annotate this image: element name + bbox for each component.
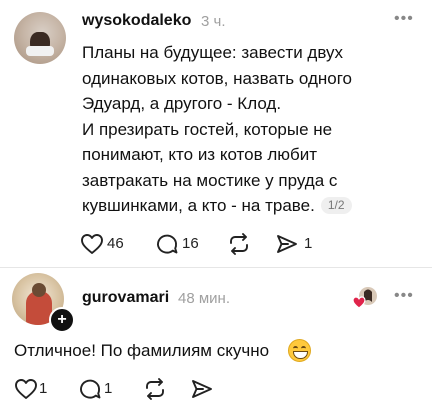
post-divider bbox=[0, 267, 432, 268]
liked-by-author-icon bbox=[352, 286, 378, 310]
post-text-line: Планы на будущее: завести двух bbox=[82, 43, 343, 62]
username[interactable]: gurovamari bbox=[82, 289, 169, 307]
repost-icon[interactable] bbox=[227, 232, 251, 256]
like-count: 46 bbox=[107, 235, 124, 252]
username[interactable]: wysokodaleko bbox=[82, 12, 191, 30]
send-icon[interactable] bbox=[190, 378, 214, 400]
post-text: Отличное! По фамилиям скучно bbox=[14, 341, 270, 360]
follow-plus-icon[interactable]: + bbox=[49, 307, 75, 333]
comment-icon[interactable] bbox=[155, 233, 179, 255]
post-text-line: И презирать гостей, которые не bbox=[82, 119, 333, 139]
share-count: 1 bbox=[304, 235, 313, 252]
reply-count: 1 bbox=[104, 380, 113, 397]
comment-icon[interactable] bbox=[78, 378, 102, 400]
grinning-emoji-icon bbox=[288, 339, 311, 362]
reply-count: 16 bbox=[182, 235, 199, 252]
emoji-mouth bbox=[293, 351, 308, 359]
page-indicator-badge[interactable]: 1/2 bbox=[320, 197, 352, 214]
avatar-head bbox=[32, 283, 46, 297]
more-options-icon[interactable]: ••• bbox=[394, 287, 414, 305]
heart-icon[interactable] bbox=[80, 233, 104, 255]
post-text-line: кувшинками, а кто - на траве. 1/2 bbox=[82, 193, 382, 219]
avatar-hairclip bbox=[26, 46, 54, 56]
avatar[interactable] bbox=[14, 12, 66, 64]
timestamp: 3 ч. bbox=[201, 13, 226, 30]
post-text-line: понимают, кто из котов любит bbox=[82, 145, 318, 164]
repost-icon[interactable] bbox=[143, 377, 167, 401]
heart-icon[interactable] bbox=[14, 378, 38, 400]
like-count: 1 bbox=[39, 380, 48, 397]
more-options-icon[interactable]: ••• bbox=[394, 10, 414, 28]
timestamp: 48 мин. bbox=[178, 290, 230, 307]
post-text-line: Эдуард, а другого - Клод. bbox=[82, 94, 282, 113]
post-text: Планы на будущее: завести двух одинаковы… bbox=[82, 40, 382, 219]
post-text-line: завтракать на мостике у пруда с bbox=[82, 170, 338, 190]
post-text-line: одинаковых котов, назвать одного bbox=[82, 68, 352, 88]
post-text-line-last: кувшинками, а кто - на траве. bbox=[82, 196, 315, 215]
send-icon[interactable] bbox=[275, 233, 299, 255]
